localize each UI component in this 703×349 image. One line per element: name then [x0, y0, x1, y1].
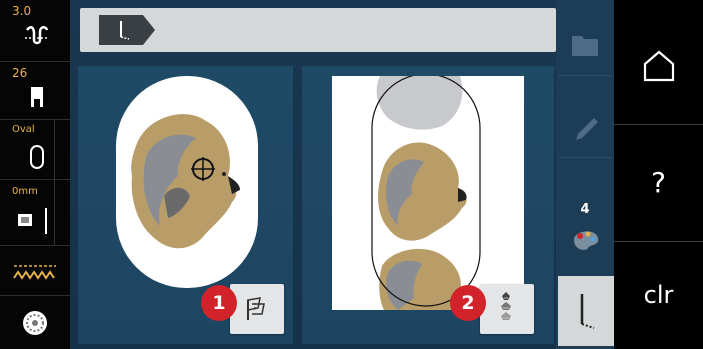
help-label: ?	[651, 166, 666, 199]
callout-badge-1: 1	[201, 285, 237, 321]
stitch-width-value: 3.0	[12, 4, 32, 18]
folder-icon	[572, 36, 598, 56]
flags-icon	[247, 297, 265, 320]
check-position-button[interactable]	[230, 284, 284, 334]
feed-indicator[interactable]: 0mm	[0, 180, 70, 246]
hoop-preview-panel[interactable]: 1	[78, 66, 293, 344]
lion-design-image	[131, 114, 240, 249]
feed-value: 0mm	[12, 186, 38, 197]
repeat-design-icon	[501, 292, 511, 320]
divider	[54, 120, 55, 179]
oval-hoop-icon	[30, 145, 44, 169]
status-column: 3.0 26 Oval 0mm	[0, 0, 70, 349]
callout-badge-2: 2	[450, 285, 486, 321]
open-file-button[interactable]	[558, 14, 612, 76]
stitch-mode-button[interactable]	[558, 276, 614, 346]
hoop-indicator[interactable]: Oval	[0, 120, 70, 180]
needle-indicator[interactable]: 26	[0, 62, 70, 120]
help-button[interactable]: ?	[614, 126, 703, 242]
stitch-pattern-icon	[25, 26, 49, 45]
hoop-value: Oval	[12, 124, 35, 135]
presser-foot-icon	[31, 87, 43, 107]
color-info-button[interactable]: 4	[558, 188, 612, 266]
home-icon	[643, 50, 675, 82]
divider	[54, 180, 55, 245]
crosshair-icon[interactable]	[190, 156, 216, 182]
oval-hoop	[116, 76, 258, 288]
stitch-width-indicator[interactable]: 3.0	[0, 0, 70, 62]
endless-embroidery-button[interactable]	[480, 284, 534, 334]
embroidery-mode-tab[interactable]	[97, 13, 157, 47]
top-toolbar	[80, 8, 556, 52]
design-canvas	[332, 73, 524, 310]
navigation-column: ? clr	[614, 0, 703, 349]
color-count: 4	[580, 202, 590, 217]
pencil-icon	[576, 118, 598, 140]
embroidery-main-area: 1 2	[70, 0, 556, 349]
needle-value: 26	[12, 66, 28, 80]
bobbin-icon	[23, 311, 47, 335]
clear-label: clr	[643, 281, 674, 309]
home-button[interactable]	[614, 10, 703, 125]
needle-stitch-icon	[580, 294, 595, 329]
side-toolbar: 4	[556, 0, 614, 349]
zigzag-stitch-icon	[13, 265, 56, 280]
stitch-type-indicator[interactable]	[0, 246, 70, 296]
clear-button[interactable]: clr	[614, 243, 703, 349]
design-overview-panel[interactable]: 2	[302, 66, 554, 344]
color-palette-icon	[574, 231, 599, 250]
edit-button[interactable]	[558, 96, 612, 158]
repeated-lion-design-image	[371, 73, 481, 310]
bobbin-indicator[interactable]	[0, 296, 70, 349]
